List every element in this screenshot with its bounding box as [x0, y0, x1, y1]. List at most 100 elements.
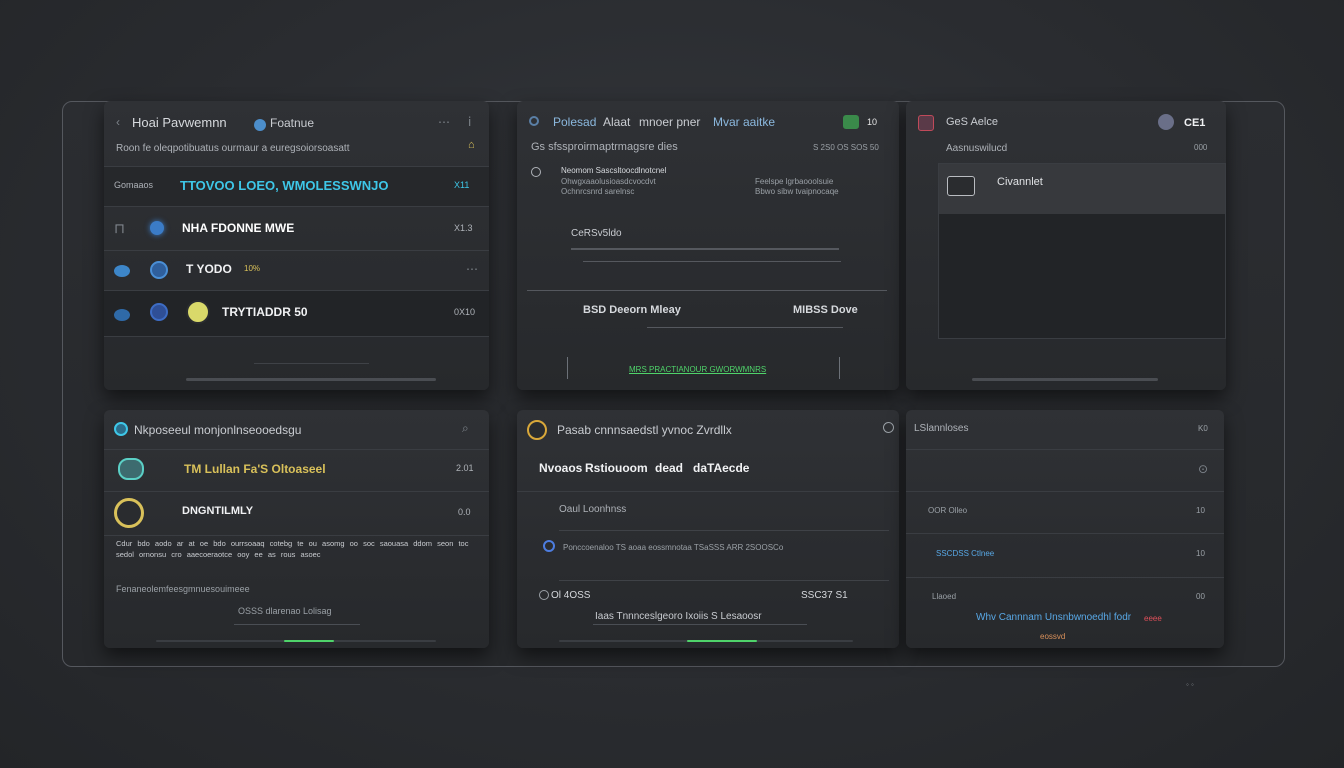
list-item[interactable]: T YODO 10% ⋯ — [104, 251, 489, 291]
expand-icon[interactable]: ⊙ — [1198, 462, 1208, 476]
search-icon[interactable]: ⌕ — [462, 421, 469, 436]
row-title: TTOVOO LOEO, WMOLESSWNJO — [180, 178, 389, 193]
divider — [571, 248, 839, 250]
row-value: 10 — [1196, 506, 1205, 515]
footer-text: Fenaneolemfeesgmnuesouimeee — [116, 584, 250, 594]
list-item[interactable]: Nvoaos Rstiouoom dead daTAecde — [517, 450, 899, 492]
list-item[interactable]: SSCDSS Ctlnee 10 — [906, 534, 1224, 578]
panel-subtitle: Gs sfssproirmaptrmagsre dies — [531, 141, 678, 153]
row-value: 0.0 — [458, 507, 471, 517]
lock-icon[interactable]: ⌂ — [468, 139, 475, 151]
cloud-icon — [114, 265, 130, 277]
progress-fill — [687, 640, 757, 642]
list-item[interactable]: TRYTIADDR 50 0X10 — [104, 291, 489, 337]
panel-leaderboard: ‹ Hoai Pavwemnn Foatnue ⋯ ⅰ Roon fe oleq… — [104, 101, 489, 390]
app-icon[interactable] — [918, 115, 934, 131]
panel-selection: GeS Aelce CE1 Aasnuswilucd 000 Civannlet — [906, 101, 1226, 390]
panel-title: Nkposeeul monjonlnseooedsgu — [134, 423, 302, 437]
chevron-left-icon[interactable]: ‹ — [116, 115, 120, 129]
list-item[interactable]: DNGNTILMLY 0.0 — [104, 492, 489, 536]
list-item[interactable]: OOR Olleo 10 — [906, 492, 1224, 534]
more-icon[interactable]: ⋯ — [466, 262, 478, 276]
footer-tag: eeee — [1144, 614, 1162, 623]
detail-item: Ochnrcsnrd sarelnsc — [561, 187, 635, 196]
footer-text[interactable]: Whv Cannnam Unsnbwnoedhl fodr — [976, 612, 1131, 623]
row-value: 0X10 — [454, 307, 476, 317]
divider — [647, 327, 843, 328]
watermark-icon: ◦ ◦ — [1186, 680, 1194, 689]
divider — [527, 290, 887, 291]
badge-icon — [114, 498, 144, 528]
footer-link[interactable]: OSSS dlarenao Lolisag — [238, 606, 332, 616]
avatar-icon — [150, 303, 168, 321]
row-title: TM Lullan Fa'S Oltoaseel — [184, 462, 326, 476]
divider — [254, 363, 369, 364]
panel-header: ‹ Hoai Pavwemnn Foatnue ⋯ ⅰ Roon fe oleq… — [104, 101, 489, 167]
avatar-icon — [150, 221, 164, 235]
subtitle-right: 000 — [1194, 143, 1208, 152]
radio-icon[interactable] — [539, 590, 549, 600]
row-value: X11 — [454, 180, 470, 190]
panel-header: Pasab cnnnsaedstl yvnoc Zvrdllx — [517, 410, 899, 450]
range-marker-left — [567, 357, 568, 379]
detail-item: Neomom Sascsltoocdlnotcnel — [561, 166, 667, 175]
lock-icon: ⊓ — [114, 220, 125, 236]
avatar-icon — [254, 119, 266, 131]
globe-icon[interactable] — [114, 422, 128, 436]
more-icon[interactable]: ⋯ — [438, 115, 450, 129]
selected-label: Civannlet — [997, 176, 1043, 188]
row-title: Nvoaos — [539, 461, 583, 475]
row-value: X1.3 — [454, 223, 473, 233]
panel-title-3: mnoer pner — [639, 115, 701, 129]
footer-right: MIBSS Dove — [793, 304, 858, 316]
row-tag: Gomaaos — [114, 180, 154, 190]
panel-subtitle: Roon fe oleqpotibuatus ourmaur a euregso… — [116, 143, 350, 154]
selected-item[interactable]: Civannlet — [939, 164, 1225, 214]
panel-header: Nkposeeul monjonlnseooedsgu ⌕ — [104, 410, 489, 450]
search-icon[interactable] — [883, 422, 894, 433]
avatar-icon[interactable] — [1158, 114, 1174, 130]
list-item[interactable]: ⊙ — [906, 450, 1224, 492]
panel-metrics: LSlannloses K0 ⊙ OOR Olleo 10 SSCDSS Ctl… — [906, 410, 1224, 648]
sun-icon[interactable] — [527, 420, 547, 440]
row-left: SSCDSS Ctlnee — [936, 549, 995, 558]
row-right: SSC37 S1 — [801, 590, 848, 601]
divider — [234, 624, 360, 625]
app-icon[interactable] — [843, 115, 859, 129]
text-block: Cdur bdo aodo ar at oe bdo ourrsoaaq cot… — [116, 538, 478, 574]
selection-list: Civannlet — [938, 163, 1226, 339]
footer-left: BSD Deeorn Mleay — [583, 304, 681, 316]
panel-activity: Pasab cnnnsaedstl yvnoc Zvrdllx Nvoaos R… — [517, 410, 899, 648]
detail-item: Bbwo sibw tvaipnocaqe — [755, 187, 839, 196]
row-title: NHA FDONNE MWE — [182, 221, 295, 235]
panel-title: Pasab cnnnsaedstl yvnoc Zvrdllx — [557, 423, 732, 437]
target-icon[interactable] — [529, 116, 539, 126]
row-text: Ponccoenaloo TS aoaa eossmnotaa TSaSSS A… — [563, 543, 784, 552]
footer-link[interactable]: MRS PRACTIANOUR GWORWMNRS — [629, 365, 766, 374]
radio-icon[interactable] — [543, 540, 555, 552]
panel-subtitle: Aasnuswilucd — [946, 143, 1008, 154]
list-item[interactable]: Gomaaos TTOVOO LOEO, WMOLESSWNJO X11 — [104, 167, 489, 207]
list-item[interactable]: ⊓ NHA FDONNE MWE X1.3 — [104, 207, 489, 251]
detail-item: Feelspe lgrbaooolsuie — [755, 177, 834, 186]
info-icon[interactable]: ⅰ — [468, 115, 471, 129]
mail-icon — [947, 176, 975, 196]
list-item[interactable]: TM Lullan Fa'S Oltoaseel 2.01 — [104, 450, 489, 492]
divider — [559, 580, 889, 581]
row-badge: 10% — [244, 264, 261, 273]
paragraph: Cdur bdo aodo ar at oe bdo ourrsoaaq cot… — [116, 539, 469, 559]
panel-title: Polesad — [553, 115, 597, 129]
scrollbar[interactable] — [186, 378, 436, 381]
badge-icon — [118, 458, 144, 480]
footer-small: eossvd — [1040, 632, 1066, 641]
panel-title: GeS Aelce — [946, 116, 998, 128]
panel-title: Hoai Pavwemnn — [132, 115, 227, 130]
header-right: CE1 — [1184, 117, 1206, 129]
row-title-4: daTAecde — [693, 461, 750, 475]
clock-icon — [531, 167, 541, 177]
range-marker-right — [839, 357, 840, 379]
detail-item: Ohwgxaaolusioasdcvocdvt — [561, 177, 656, 186]
panel-header: Polesad Alaat mnoer pner Mvar aaitke 10 — [517, 101, 899, 137]
scrollbar[interactable] — [972, 378, 1158, 381]
subtitle-right: S 2S0 OS SOS 50 — [813, 143, 879, 152]
